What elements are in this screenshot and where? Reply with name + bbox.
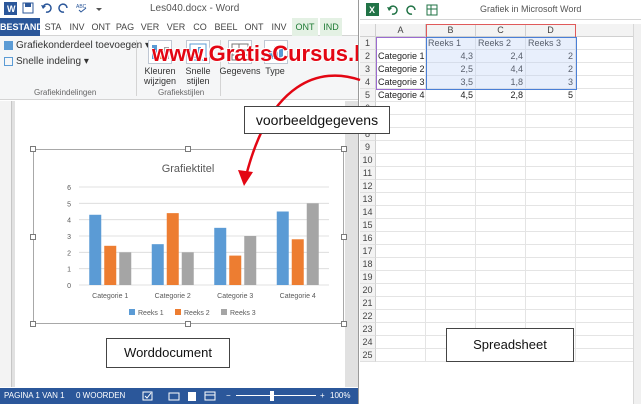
annotation-spreadsheet: Spreadsheet xyxy=(446,328,574,362)
annotation-word-document: Worddocument xyxy=(106,338,230,368)
annotation-sample-data: voorbeeldgegevens xyxy=(244,106,390,134)
